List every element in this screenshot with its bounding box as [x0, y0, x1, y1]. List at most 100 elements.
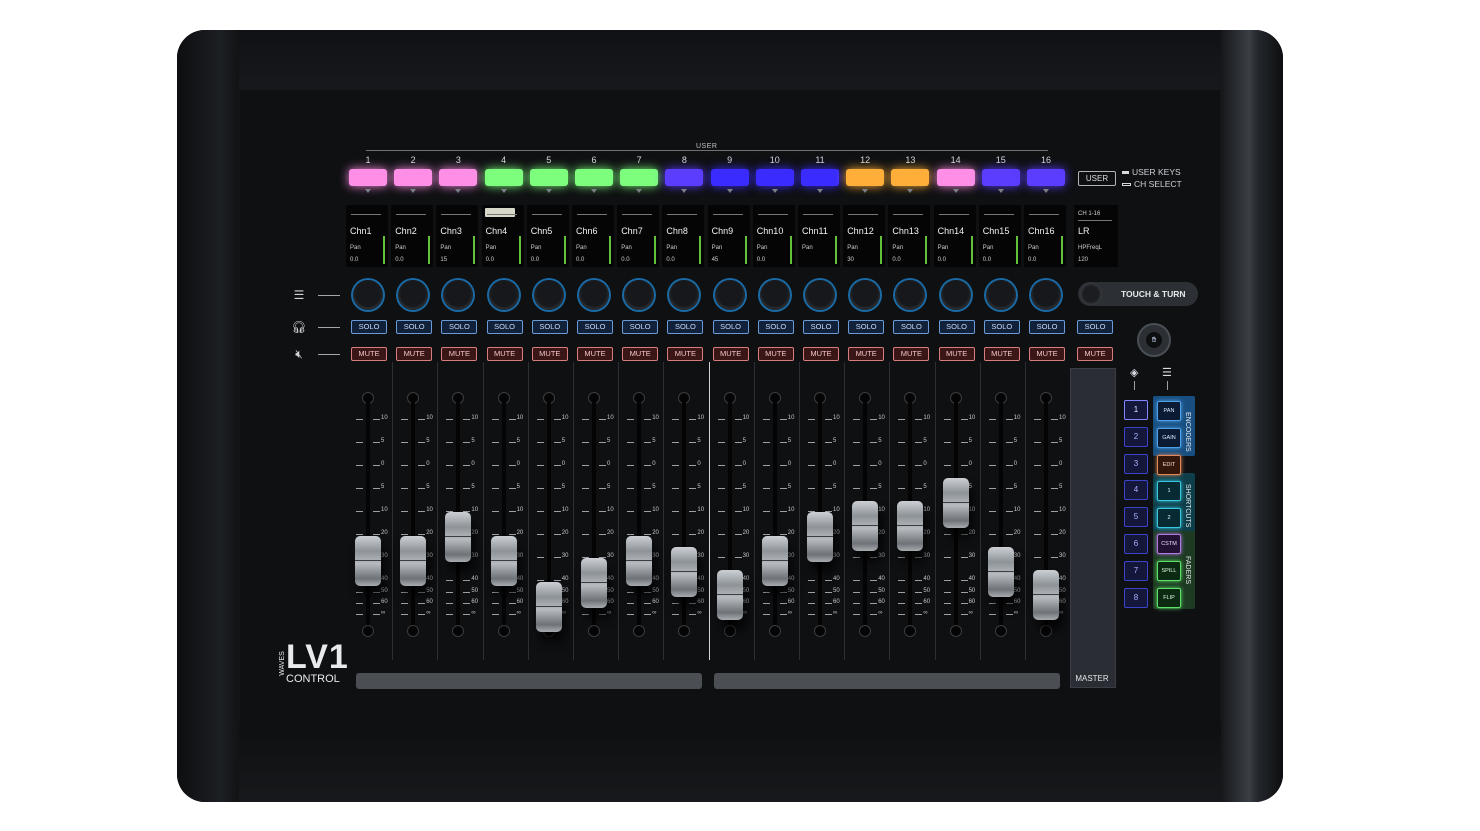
user-key[interactable]: [1027, 169, 1065, 186]
mute-button[interactable]: MUTE: [712, 347, 749, 361]
fader-button[interactable]: FLIP: [1157, 588, 1181, 608]
user-key[interactable]: [710, 169, 749, 186]
mute-button[interactable]: MUTE: [1029, 347, 1065, 361]
solo-button[interactable]: SOLO: [893, 320, 930, 334]
mute-button[interactable]: MUTE: [531, 347, 568, 361]
encoder-knob[interactable]: [398, 280, 429, 310]
encoder-knob[interactable]: [1031, 280, 1061, 310]
layer-button[interactable]: 1: [1124, 400, 1148, 420]
mute-button[interactable]: MUTE: [622, 347, 659, 361]
user-key[interactable]: [349, 169, 387, 186]
solo-button[interactable]: SOLO: [757, 320, 794, 334]
solo-button[interactable]: SOLO: [803, 320, 839, 334]
fader-button[interactable]: CSTM: [1157, 534, 1181, 554]
fader-cap[interactable]: [626, 536, 653, 586]
solo-button[interactable]: SOLO: [351, 320, 387, 334]
user-key[interactable]: [575, 169, 613, 186]
user-key[interactable]: [665, 169, 704, 186]
fader-cap[interactable]: [490, 536, 517, 586]
mute-button[interactable]: MUTE: [983, 347, 1020, 361]
encoder-knob[interactable]: [850, 280, 881, 310]
encoder-knob[interactable]: [488, 280, 519, 310]
encoder-knob[interactable]: [940, 280, 971, 310]
solo-button[interactable]: SOLO: [712, 320, 749, 334]
encoder-button[interactable]: GAIN: [1157, 428, 1181, 448]
user-key[interactable]: [891, 169, 930, 186]
encoder-knob[interactable]: [985, 280, 1016, 310]
mute-button[interactable]: MUTE: [938, 347, 975, 361]
solo-button[interactable]: SOLO: [983, 320, 1020, 334]
encoder-button[interactable]: EDIT: [1157, 455, 1181, 475]
layer-button[interactable]: 4: [1124, 480, 1148, 501]
encoder-knob[interactable]: [759, 280, 790, 310]
user-button[interactable]: USER: [1078, 171, 1116, 186]
mute-button[interactable]: MUTE: [396, 347, 433, 361]
master-solo-button[interactable]: SOLO: [1077, 320, 1113, 334]
mute-button[interactable]: MUTE: [441, 347, 478, 361]
user-key[interactable]: [484, 169, 523, 186]
fader-cap[interactable]: [355, 536, 381, 586]
layer-button[interactable]: 8: [1124, 587, 1148, 608]
scale-tick: [373, 419, 380, 420]
shortcut-button[interactable]: 2: [1157, 508, 1181, 528]
fader-cap[interactable]: [535, 582, 562, 632]
user-key[interactable]: [394, 169, 433, 186]
user-key[interactable]: [846, 169, 885, 186]
fader-cap[interactable]: [987, 547, 1014, 597]
shortcut-button[interactable]: 1: [1157, 481, 1181, 501]
user-key[interactable]: [439, 169, 478, 186]
scale-tick: [762, 603, 770, 604]
encoder-knob[interactable]: [579, 280, 609, 310]
fader-cap[interactable]: [400, 536, 427, 586]
fader-cap[interactable]: [761, 536, 788, 586]
fader-cap[interactable]: [445, 512, 472, 562]
mute-button[interactable]: MUTE: [577, 347, 613, 361]
fader-cap[interactable]: [942, 478, 969, 528]
encoder-knob[interactable]: [714, 280, 745, 310]
mute-button[interactable]: MUTE: [848, 347, 885, 361]
layer-button[interactable]: 6: [1124, 534, 1148, 554]
touch-turn-knob[interactable]: TOUCH & TURN: [1078, 282, 1198, 306]
mute-button[interactable]: MUTE: [351, 347, 387, 361]
solo-button[interactable]: SOLO: [1029, 320, 1065, 334]
fader-cap[interactable]: [852, 501, 879, 551]
encoder-knob[interactable]: [353, 280, 383, 310]
encoder-knob[interactable]: [533, 280, 564, 310]
layer-button[interactable]: 2: [1124, 426, 1148, 447]
fader-cap[interactable]: [671, 547, 698, 597]
encoder-knob[interactable]: [805, 280, 835, 310]
touch-screen-button[interactable]: ✋︎: [1139, 325, 1169, 355]
mute-button[interactable]: MUTE: [893, 347, 930, 361]
solo-button[interactable]: SOLO: [938, 320, 975, 334]
solo-button[interactable]: SOLO: [486, 320, 523, 334]
fader-cap[interactable]: [716, 570, 743, 620]
master-mute-button[interactable]: MUTE: [1077, 347, 1113, 361]
layer-button[interactable]: 7: [1124, 560, 1148, 581]
fader-cap[interactable]: [807, 512, 833, 562]
solo-button[interactable]: SOLO: [622, 320, 659, 334]
fader-cap[interactable]: [897, 501, 924, 551]
fader-button[interactable]: SPILL: [1157, 561, 1181, 581]
mute-button[interactable]: MUTE: [803, 347, 839, 361]
mute-button[interactable]: MUTE: [486, 347, 523, 361]
solo-button[interactable]: SOLO: [848, 320, 885, 334]
mute-button[interactable]: MUTE: [757, 347, 794, 361]
solo-button[interactable]: SOLO: [577, 320, 613, 334]
user-key[interactable]: [620, 169, 659, 186]
solo-button[interactable]: SOLO: [396, 320, 433, 334]
layer-button[interactable]: 3: [1124, 453, 1148, 474]
user-key[interactable]: [936, 169, 975, 186]
user-key[interactable]: [981, 169, 1020, 186]
solo-button[interactable]: SOLO: [531, 320, 568, 334]
layer-button[interactable]: 5: [1124, 507, 1148, 528]
fader-cap[interactable]: [581, 558, 607, 608]
solo-button[interactable]: SOLO: [441, 320, 478, 334]
mute-button[interactable]: MUTE: [667, 347, 704, 361]
user-key[interactable]: [529, 169, 568, 186]
encoder-button[interactable]: PAN: [1157, 401, 1181, 421]
user-key[interactable]: [755, 169, 794, 186]
user-key[interactable]: [801, 169, 839, 186]
encoder-knob[interactable]: [624, 280, 655, 310]
fader-cap[interactable]: [1033, 570, 1059, 620]
solo-button[interactable]: SOLO: [667, 320, 704, 334]
